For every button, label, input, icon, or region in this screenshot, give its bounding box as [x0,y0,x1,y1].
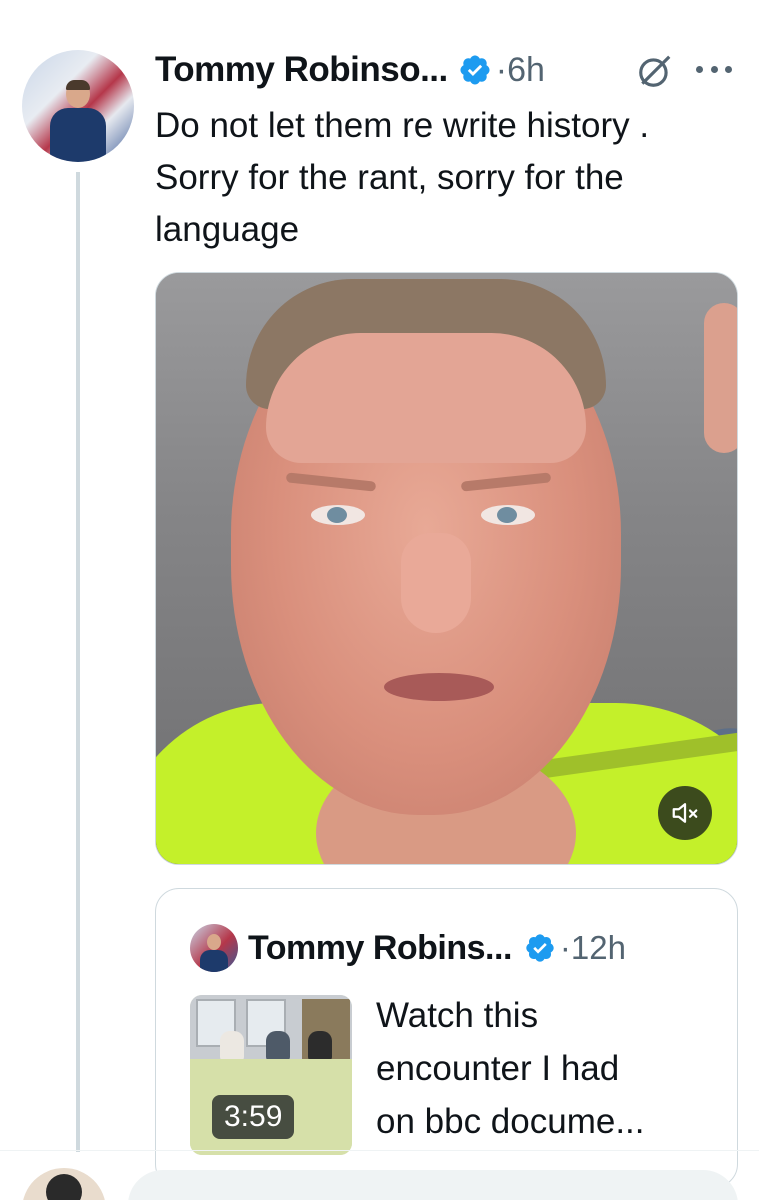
grok-icon[interactable] [636,52,674,90]
thread-line [76,172,80,1152]
more-icon[interactable] [696,66,732,76]
verified-badge-icon [526,934,554,962]
tweet-header: Tommy Robinso... ·6h [155,48,545,92]
quoted-video-thumbnail[interactable]: 3:59 [190,995,352,1155]
reply-avatar [22,1168,106,1200]
quoted-tweet-header: Tommy Robins... ·12h [248,927,626,969]
quoted-author-name: Tommy Robins... [248,928,512,967]
mute-button[interactable] [658,786,712,840]
mute-icon [672,803,698,823]
tweet-timestamp[interactable]: ·6h [496,51,545,90]
author-avatar[interactable] [22,50,134,162]
video-player[interactable] [155,272,738,865]
verified-badge-icon [460,55,490,85]
reply-divider [0,1150,759,1151]
author-name[interactable]: Tommy Robinso... [155,50,448,90]
tweet-text: Do not let them re write history . Sorry… [155,106,650,249]
reply-input[interactable] [128,1170,738,1200]
quoted-tweet[interactable]: Tommy Robins... ·12h 3:59 Watch this enc… [155,888,738,1188]
quoted-tweet-text: Watch this encounter I had on bbc docume… [376,996,645,1141]
quoted-tweet-timestamp: ·12h [559,929,626,966]
video-duration-badge: 3:59 [212,1095,295,1139]
quoted-author-avatar [190,924,238,972]
